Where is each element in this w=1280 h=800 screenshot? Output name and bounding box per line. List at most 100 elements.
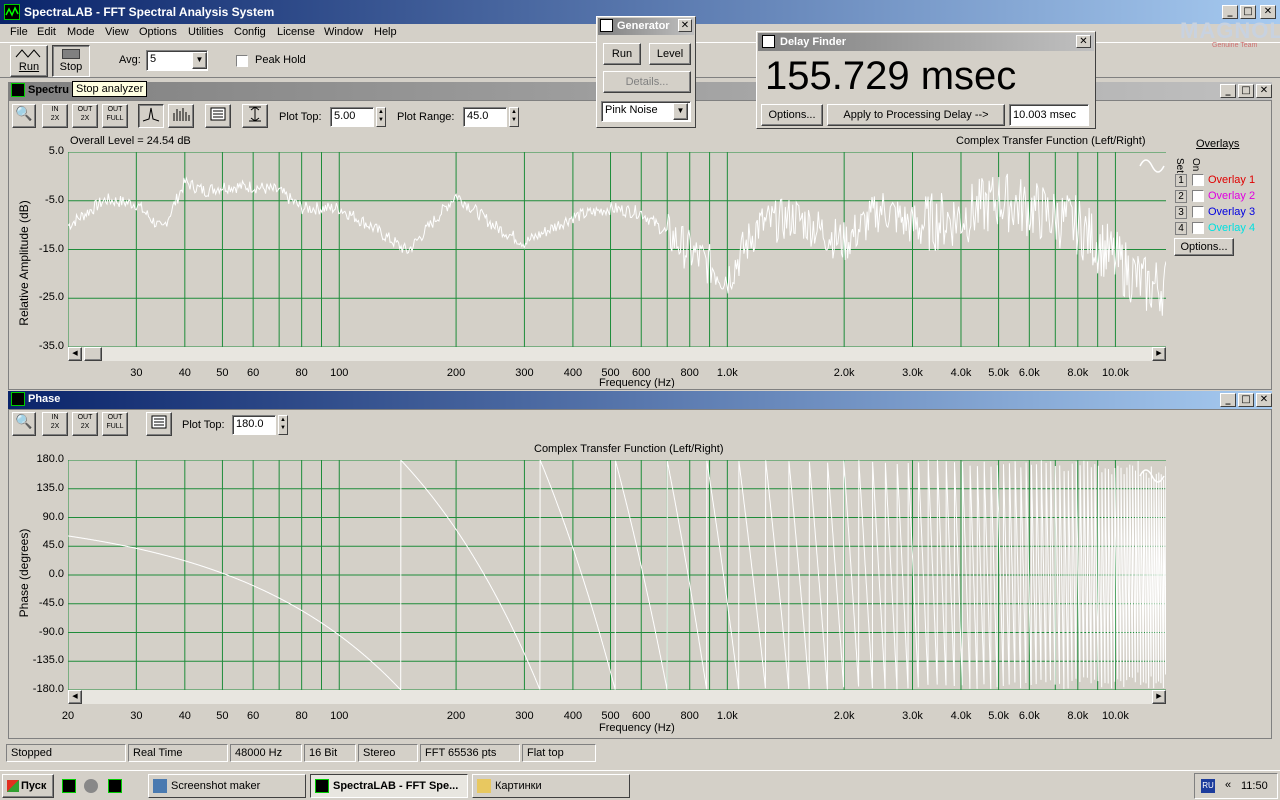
zoom-in-2x-icon[interactable]: IN 2X bbox=[42, 104, 68, 128]
x-tick-label: 6.0k bbox=[1018, 710, 1040, 722]
x-tick-label: 10.0k bbox=[1101, 710, 1129, 722]
stop-button[interactable]: Stop bbox=[52, 45, 90, 77]
x-tick-label: 2.0k bbox=[833, 710, 855, 722]
settings-table-icon[interactable] bbox=[205, 104, 231, 128]
overlay-on-checkbox[interactable] bbox=[1192, 190, 1204, 202]
quicklaunch-spectralab-icon[interactable] bbox=[62, 779, 76, 793]
taskbar-spectralab[interactable]: SpectraLAB - FFT Spe... bbox=[310, 774, 468, 798]
overlay-set-button[interactable]: 1 bbox=[1175, 174, 1187, 187]
phase-maximize-button[interactable]: □ bbox=[1238, 393, 1254, 407]
peak-hold-checkbox[interactable] bbox=[236, 55, 248, 67]
taskbar-screenshot-maker[interactable]: Screenshot maker bbox=[148, 774, 306, 798]
vertical-scale-icon[interactable] bbox=[242, 104, 268, 128]
x-tick-label: 4.0k bbox=[950, 367, 972, 379]
minimize-button[interactable]: _ bbox=[1222, 5, 1238, 19]
menu-license[interactable]: License bbox=[277, 26, 315, 38]
apply-processing-delay-button[interactable]: Apply to Processing Delay --> bbox=[827, 104, 1005, 126]
start-button[interactable]: Пуск bbox=[2, 774, 54, 798]
tooltip: Stop analyzer bbox=[72, 81, 148, 97]
phase-settings-table-icon[interactable] bbox=[146, 412, 172, 436]
x-tick-label: 4.0k bbox=[950, 710, 972, 722]
spectrum-panel-title: Spectru bbox=[28, 84, 69, 96]
phase-scroll-left-icon[interactable]: ◀ bbox=[68, 690, 82, 704]
close-button[interactable]: ✕ bbox=[1260, 5, 1276, 19]
overlay-on-checkbox[interactable] bbox=[1192, 222, 1204, 234]
generator-run-button[interactable]: Run bbox=[603, 43, 641, 65]
phase-zoom-out-2x-icon[interactable]: OUT 2X bbox=[72, 412, 98, 436]
scroll-thumb[interactable] bbox=[84, 347, 102, 361]
spectrum-close-button[interactable]: ✕ bbox=[1256, 84, 1272, 98]
spectrum-plot[interactable] bbox=[68, 152, 1166, 347]
chevron-down-icon[interactable]: ▼ bbox=[192, 52, 207, 69]
zoom-out-full-icon[interactable]: OUT FULL bbox=[102, 104, 128, 128]
menu-file[interactable]: File bbox=[10, 26, 28, 38]
run-button[interactable]: Run bbox=[10, 45, 48, 77]
delay-finder-window: Delay Finder ✕ 155.729 msec Options... A… bbox=[756, 31, 1096, 129]
spectrum-plot-top-input[interactable]: 5.00 bbox=[330, 107, 374, 127]
quicklaunch-globe-icon[interactable] bbox=[84, 779, 98, 793]
x-tick-label: 50 bbox=[216, 710, 229, 722]
taskbar-item-label: Картинки bbox=[495, 780, 542, 792]
zoom-magnifier-icon[interactable]: 🔍 bbox=[12, 104, 36, 128]
generator-title-bar[interactable]: Generator ✕ bbox=[598, 18, 694, 35]
menu-edit[interactable]: Edit bbox=[37, 26, 56, 38]
generator-close-button[interactable]: ✕ bbox=[678, 19, 692, 32]
phase-plot[interactable] bbox=[68, 460, 1166, 690]
generator-chevron-down-icon[interactable]: ▼ bbox=[673, 103, 688, 120]
phase-scroll-right-icon[interactable]: ▶ bbox=[1152, 690, 1166, 704]
delay-finder-close-button[interactable]: ✕ bbox=[1076, 35, 1091, 48]
phase-zoom-out-full-icon[interactable]: OUT FULL bbox=[102, 412, 128, 436]
generator-level-button[interactable]: Level bbox=[649, 43, 691, 65]
scroll-left-icon[interactable]: ◀ bbox=[68, 347, 82, 361]
plot-range-spinner[interactable]: ▲ ▼ bbox=[509, 107, 519, 127]
overlay-set-button[interactable]: 4 bbox=[1175, 222, 1187, 235]
menu-options[interactable]: Options bbox=[139, 26, 177, 38]
spectrum-minimize-button[interactable]: _ bbox=[1220, 84, 1236, 98]
scroll-right-icon[interactable]: ▶ bbox=[1152, 347, 1166, 361]
menu-mode[interactable]: Mode bbox=[67, 26, 95, 38]
language-indicator[interactable]: RU bbox=[1201, 779, 1215, 793]
plot-range-input[interactable]: 45.0 bbox=[463, 107, 507, 127]
overlay-on-checkbox[interactable] bbox=[1192, 206, 1204, 218]
menu-window[interactable]: Window bbox=[324, 26, 363, 38]
overlay-options-button[interactable]: Options... bbox=[1174, 238, 1234, 256]
x-tick-label: 60 bbox=[247, 710, 260, 722]
phase-plot-top-spinner[interactable]: ▲ ▼ bbox=[278, 415, 288, 435]
tray-expand-icon[interactable]: « bbox=[1225, 779, 1231, 791]
menu-view[interactable]: View bbox=[105, 26, 129, 38]
phase-minimize-button[interactable]: _ bbox=[1220, 393, 1236, 407]
generator-details-button[interactable]: Details... bbox=[603, 71, 691, 93]
taskbar-pictures[interactable]: Картинки bbox=[472, 774, 630, 798]
x-tick-label: 300 bbox=[515, 367, 534, 379]
phase-plot-top-input[interactable]: 180.0 bbox=[232, 415, 276, 435]
x-tick-label: 1.0k bbox=[716, 367, 738, 379]
y-tick-label: -180.0 bbox=[32, 683, 64, 695]
delay-finder-icon bbox=[762, 35, 775, 48]
x-tick-label: 30 bbox=[130, 710, 143, 722]
delay-finder-title-bar[interactable]: Delay Finder ✕ bbox=[758, 33, 1094, 51]
overlay-set-button[interactable]: 2 bbox=[1175, 190, 1187, 203]
spectrum-plot-top-spinner[interactable]: ▲ ▼ bbox=[376, 107, 386, 127]
menu-help[interactable]: Help bbox=[374, 26, 397, 38]
phase-scrollbar[interactable]: ◀ ▶ bbox=[68, 690, 1166, 704]
x-tick-label: 30 bbox=[130, 367, 143, 379]
zoom-out-2x-icon[interactable]: OUT 2X bbox=[72, 104, 98, 128]
x-tick-label: 600 bbox=[632, 710, 651, 722]
delay-options-button[interactable]: Options... bbox=[761, 104, 823, 126]
quicklaunch-app-icon[interactable] bbox=[108, 779, 122, 793]
overlay-set-button[interactable]: 3 bbox=[1175, 206, 1187, 219]
phase-panel-title-bar[interactable]: Phase _ □ ✕ bbox=[8, 391, 1272, 409]
maximize-button[interactable]: □ bbox=[1240, 5, 1256, 19]
menu-utilities[interactable]: Utilities bbox=[188, 26, 223, 38]
phase-zoom-in-2x-icon[interactable]: IN 2X bbox=[42, 412, 68, 436]
bar-plot-icon[interactable] bbox=[168, 104, 194, 128]
phase-close-button[interactable]: ✕ bbox=[1256, 393, 1272, 407]
spectrum-maximize-button[interactable]: □ bbox=[1238, 84, 1254, 98]
line-plot-icon[interactable] bbox=[138, 104, 164, 128]
overlay-on-checkbox[interactable] bbox=[1192, 174, 1204, 186]
spectrum-scrollbar[interactable]: ◀ ▶ bbox=[68, 347, 1166, 361]
menu-config[interactable]: Config bbox=[234, 26, 266, 38]
phase-zoom-magnifier-icon[interactable]: 🔍 bbox=[12, 412, 36, 436]
processing-delay-input[interactable]: 10.003 msec bbox=[1009, 104, 1089, 126]
watermark-logo: MAGNOLA bbox=[1180, 18, 1280, 44]
